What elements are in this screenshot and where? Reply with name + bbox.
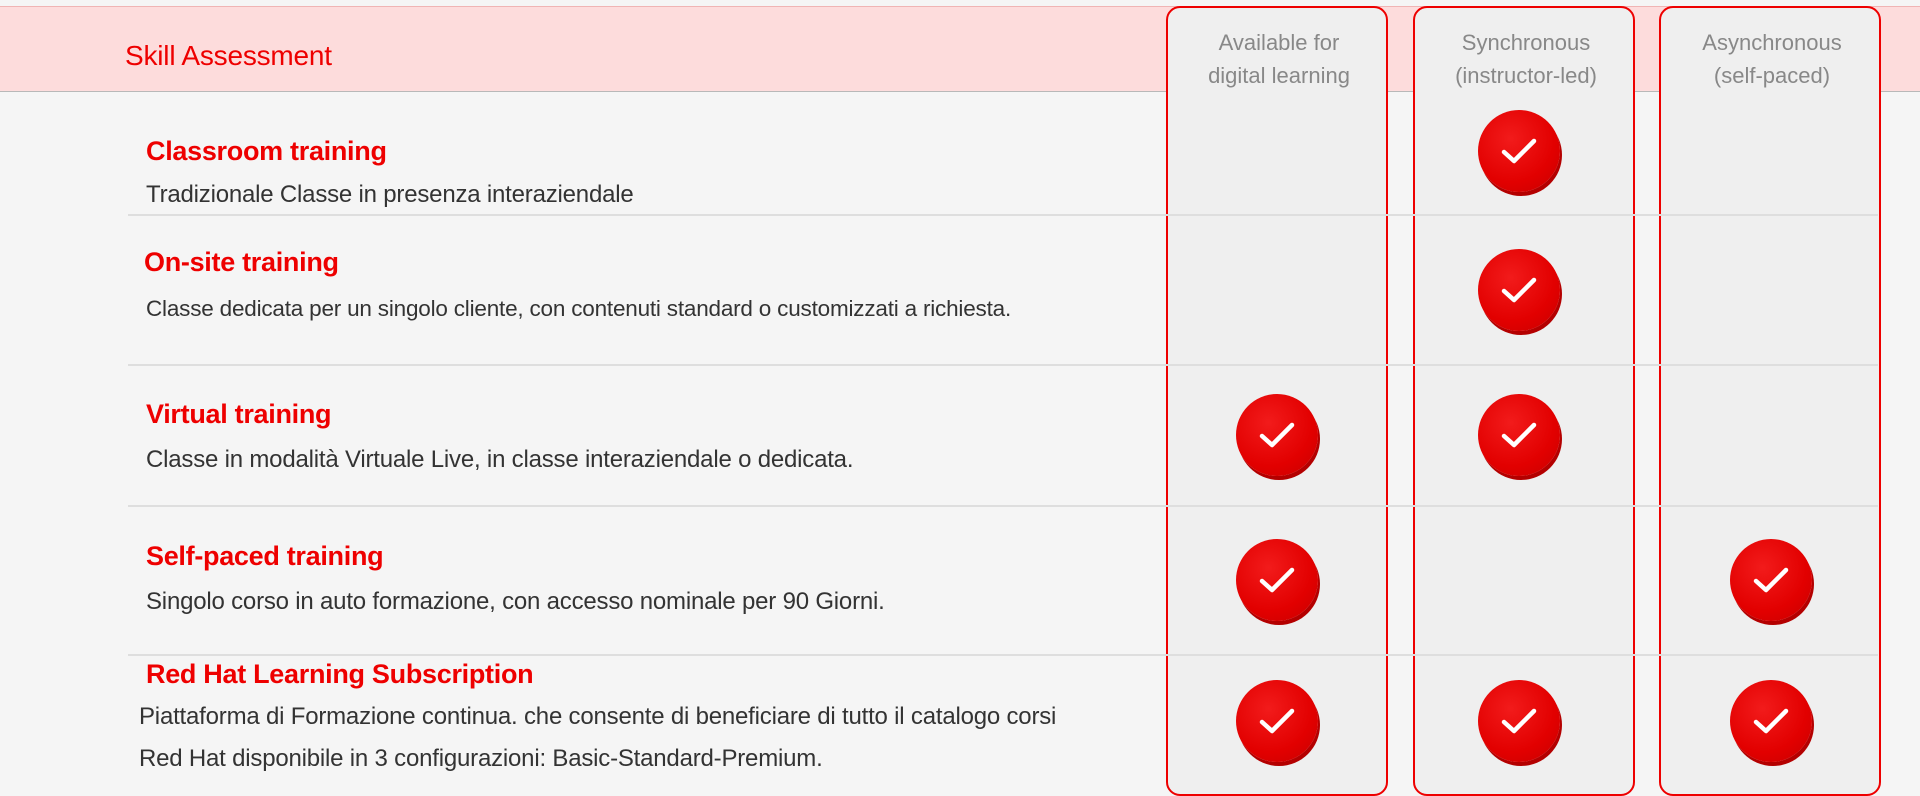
check-circle-icon — [1478, 394, 1560, 476]
row-title-subscription: Red Hat Learning Subscription — [146, 659, 534, 689]
column-header-synchronous: Synchronous (instructor-led) — [1455, 30, 1597, 88]
row-title-classroom: Classroom training — [146, 136, 387, 166]
row-title-onsite: On-site training — [144, 247, 339, 277]
row-desc-classroom: Tradizionale Classe in presenza interazi… — [146, 181, 634, 208]
row-divider — [128, 654, 1878, 656]
row-title-selfpaced: Self-paced training — [146, 541, 384, 571]
check-circle-icon — [1236, 680, 1318, 762]
check-circle-icon — [1478, 110, 1560, 192]
row-desc-subscription: Piattaforma di Formazione continua. che … — [139, 703, 1057, 772]
row-desc-virtual: Classe in modalità Virtuale Live, in cla… — [146, 446, 854, 473]
page-title: Skill Assessment — [125, 40, 332, 71]
row-divider — [128, 505, 1878, 507]
column-asynchronous: Asynchronous (self-paced) — [1659, 6, 1881, 796]
row-desc-onsite: Classe dedicata per un singolo cliente, … — [146, 296, 1011, 321]
check-circle-icon — [1730, 680, 1812, 762]
check-circle-icon — [1478, 680, 1560, 762]
check-circle-icon — [1236, 394, 1318, 476]
column-header-asynchronous: Asynchronous (self-paced) — [1702, 30, 1842, 88]
row-title-virtual: Virtual training — [146, 399, 332, 429]
check-circle-icon — [1236, 539, 1318, 621]
column-header-digital-learning: Available for digital learning — [1208, 30, 1350, 88]
check-circle-icon — [1478, 249, 1560, 331]
check-circle-icon — [1730, 539, 1812, 621]
row-desc-selfpaced: Singolo corso in auto formazione, con ac… — [146, 588, 885, 615]
row-divider — [128, 364, 1878, 366]
